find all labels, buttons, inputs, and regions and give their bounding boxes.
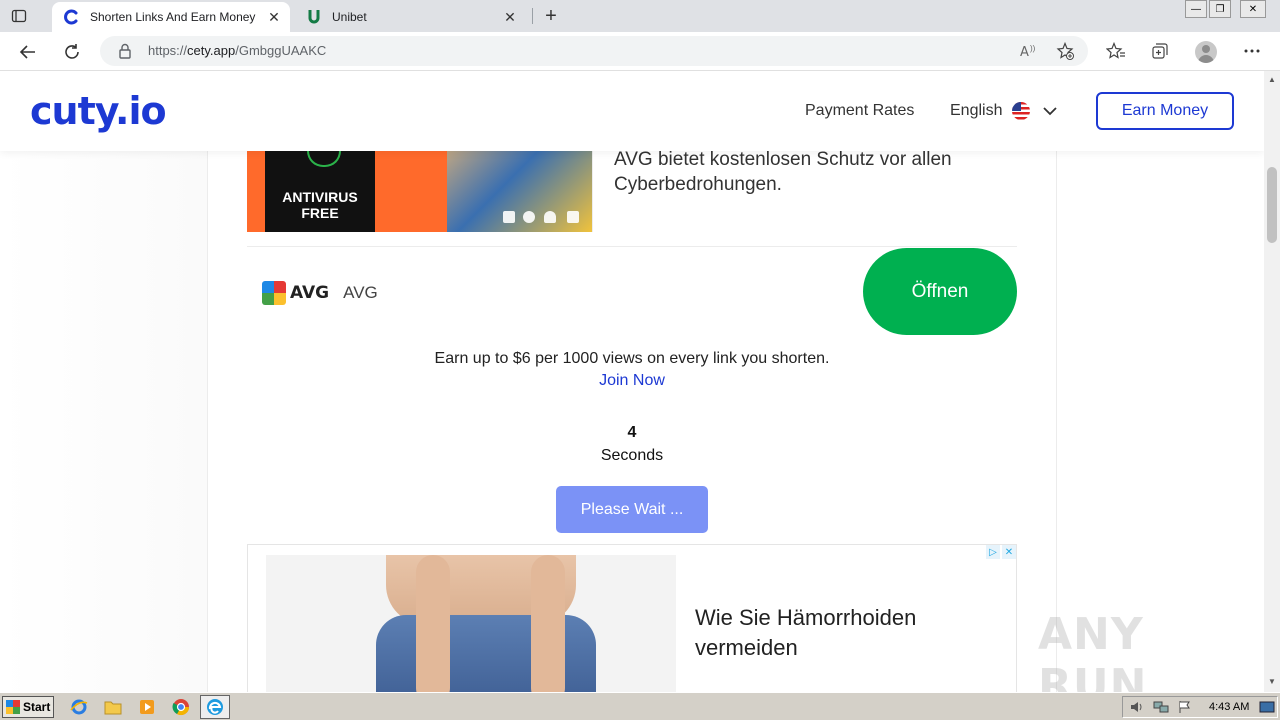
media-player-icon[interactable]	[138, 698, 156, 716]
url-path: /GmbggUAAKC	[235, 43, 327, 58]
web-page: ANTIVIRUS FREE AVG bietet kostenlosen Sc…	[0, 71, 1264, 692]
ad-divider	[247, 246, 1017, 247]
us-flag-icon	[1012, 102, 1031, 120]
collections-icon[interactable]	[1150, 41, 1170, 61]
refresh-icon[interactable]	[59, 39, 85, 65]
edge-icon[interactable]	[206, 698, 224, 716]
tab-actions-icon[interactable]	[10, 7, 28, 25]
close-window-icon[interactable]: ✕	[1240, 0, 1266, 18]
add-favorite-icon[interactable]	[1056, 42, 1074, 60]
tab-shorten-links[interactable]: Shorten Links And Earn Money ✕	[52, 2, 290, 32]
close-tab-icon[interactable]: ✕	[500, 7, 520, 27]
restore-icon[interactable]: ❐	[1209, 0, 1231, 18]
please-wait-button[interactable]: Please Wait ...	[556, 486, 708, 533]
close-ad-icon[interactable]: ✕	[1002, 545, 1016, 559]
minimize-icon[interactable]: —	[1185, 0, 1207, 18]
language-label: English	[950, 102, 1003, 119]
avg-logo-icon	[262, 281, 286, 305]
join-now-link[interactable]: Join Now	[0, 372, 1264, 390]
tab-separator	[532, 8, 533, 24]
ie-icon[interactable]	[70, 698, 88, 716]
browser-tab-strip: Shorten Links And Earn Money ✕ Unibet ✕ …	[0, 0, 1280, 32]
tab-title: Unibet	[332, 10, 367, 24]
earn-money-button[interactable]: Earn Money	[1096, 92, 1234, 130]
avg-brand-name: AVG	[343, 283, 378, 302]
cuty-logo[interactable]: cuty.io	[30, 89, 167, 133]
more-menu-icon[interactable]	[1242, 41, 1262, 61]
folder-icon[interactable]	[104, 698, 122, 716]
tab-title: Shorten Links And Earn Money	[90, 10, 256, 24]
scroll-thumb[interactable]	[1267, 167, 1277, 243]
arm-photo	[531, 555, 565, 692]
arm-photo	[416, 555, 450, 692]
start-button[interactable]: Start	[2, 696, 54, 718]
svg-text:)): ))	[1030, 44, 1036, 53]
back-icon[interactable]	[15, 39, 41, 65]
language-selector[interactable]: English	[950, 102, 1058, 120]
cuty-favicon-icon	[64, 9, 80, 25]
profile-avatar-icon[interactable]	[1195, 41, 1217, 63]
show-desktop-icon[interactable]	[1258, 698, 1276, 716]
network-icon[interactable]	[1152, 698, 1170, 716]
windows-taskbar: Start 4:43 AM	[0, 692, 1280, 720]
url-text[interactable]: https://cety.app/GmbggUAAKC	[148, 43, 326, 58]
action-center-flag-icon[interactable]	[1176, 698, 1194, 716]
scroll-down-icon[interactable]: ▼	[1268, 677, 1276, 686]
volume-icon[interactable]	[1128, 698, 1146, 716]
hemorrhoid-ad-image[interactable]	[266, 555, 676, 692]
read-aloud-icon[interactable]: A))	[1020, 42, 1038, 60]
close-tab-icon[interactable]: ✕	[264, 7, 284, 27]
system-clock[interactable]: 4:43 AM	[1209, 701, 1249, 713]
avg-ad-text[interactable]: AVG bietet kostenlosen Schutz vor allen …	[614, 147, 1004, 197]
browser-toolbar: https://cety.app/GmbggUAAKC A))	[0, 32, 1280, 71]
ios-icon	[567, 211, 579, 223]
open-ad-button[interactable]: Öffnen	[863, 248, 1017, 335]
box-text-line1: ANTIVIRUS	[282, 189, 358, 205]
adchoices-icon[interactable]: ▷	[986, 545, 1000, 559]
apple-icon	[523, 211, 535, 223]
favorites-icon[interactable]	[1106, 41, 1126, 61]
payment-rates-link[interactable]: Payment Rates	[805, 102, 914, 120]
anyrun-watermark: ANY RUN	[1038, 609, 1148, 692]
scroll-up-icon[interactable]: ▲	[1268, 75, 1276, 84]
site-header: cuty.io Payment Rates English Earn Money	[0, 71, 1264, 151]
url-host: cety.app	[187, 43, 236, 58]
hemorrhoid-ad-text[interactable]: Wie Sie Hämorrhoiden vermeiden	[695, 603, 995, 663]
windows-logo-icon	[6, 700, 20, 714]
unibet-favicon-icon	[306, 9, 322, 25]
android-icon	[544, 211, 556, 223]
countdown-number: 4	[627, 424, 637, 441]
address-bar[interactable]: https://cety.app/GmbggUAAKC A))	[100, 36, 1088, 66]
avg-brand[interactable]: AVG AVG	[262, 280, 378, 306]
windows-icon	[503, 211, 515, 223]
hemorrhoid-ad[interactable]: Wie Sie Hämorrhoiden vermeiden ▷ ✕	[247, 544, 1017, 692]
tab-unibet[interactable]: Unibet ✕	[296, 2, 526, 32]
chrome-icon[interactable]	[172, 698, 190, 716]
svg-text:A: A	[1020, 45, 1029, 59]
new-tab-icon[interactable]: +	[540, 5, 562, 27]
box-text-line2: FREE	[301, 205, 339, 221]
start-label: Start	[23, 700, 51, 714]
page-scrollbar[interactable]: ▲ ▼	[1264, 71, 1280, 692]
chevron-down-icon	[1043, 107, 1058, 116]
url-prefix: https://	[148, 43, 188, 58]
avg-logo-text: AVG	[290, 283, 330, 303]
countdown-label: Seconds	[600, 447, 664, 464]
earn-message: Earn up to $6 per 1000 views on every li…	[434, 350, 830, 367]
lock-icon[interactable]	[118, 43, 132, 64]
